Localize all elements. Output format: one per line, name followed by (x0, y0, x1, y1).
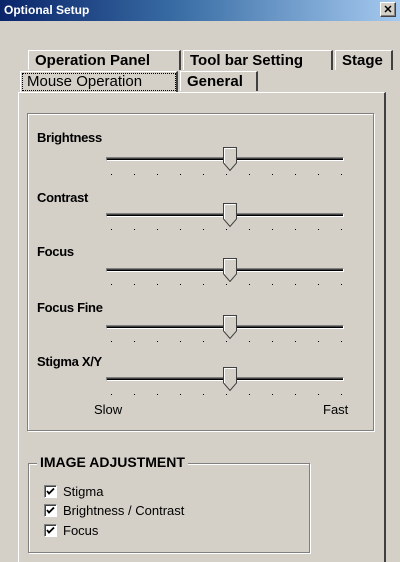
tick-mark (272, 229, 273, 230)
focus-ticks (111, 284, 342, 286)
brightness-contrast-checkbox[interactable] (44, 503, 57, 517)
fast-label: Fast (323, 402, 349, 417)
tick-mark (341, 174, 342, 175)
brightness-ticks (111, 174, 342, 176)
stigma-xy-slider-thumb[interactable] (223, 367, 237, 391)
brightness-label: Brightness (37, 130, 102, 145)
tick-mark (249, 284, 250, 285)
tick-mark (318, 394, 319, 395)
tab-label: Mouse Operation (27, 73, 143, 90)
tick-mark (226, 229, 227, 230)
tick-mark (203, 341, 204, 342)
tick-mark (134, 284, 135, 285)
tick-mark (226, 284, 227, 285)
close-button[interactable]: ✕ (380, 2, 396, 17)
brightness-slider-thumb[interactable] (223, 147, 237, 171)
close-icon: ✕ (383, 4, 393, 16)
tab-stage[interactable]: Stage (335, 50, 393, 70)
tick-mark (341, 284, 342, 285)
tick-mark (341, 394, 342, 395)
tick-mark (295, 284, 296, 285)
stigma-checkbox-label: Stigma (63, 483, 104, 499)
tick-mark (318, 341, 319, 342)
focus-label: Focus (37, 244, 74, 259)
tick-mark (111, 394, 112, 395)
checkmark-icon (46, 526, 55, 534)
tick-mark (134, 174, 135, 175)
tick-mark (111, 174, 112, 175)
focus-fine-slider-thumb[interactable] (223, 315, 237, 339)
tick-mark (134, 341, 135, 342)
tick-mark (249, 229, 250, 230)
stigma-xy-label: Stigma X/Y (37, 354, 102, 369)
tick-mark (157, 394, 158, 395)
tick-mark (318, 229, 319, 230)
tab-label: Operation Panel (35, 52, 151, 69)
tick-mark (203, 284, 204, 285)
tick-mark (226, 394, 227, 395)
tick-mark (272, 284, 273, 285)
tick-mark (157, 174, 158, 175)
tick-mark (295, 394, 296, 395)
tick-mark (180, 341, 181, 342)
stigma-xy-ticks (111, 394, 342, 396)
focus-slider-thumb[interactable] (223, 258, 237, 282)
focus-checkbox-row[interactable]: Focus (44, 522, 98, 538)
stigma-checkbox-row[interactable]: Stigma (44, 483, 103, 499)
tick-mark (203, 174, 204, 175)
contrast-slider-thumb[interactable] (223, 203, 237, 227)
focus-fine-label: Focus Fine (37, 300, 103, 315)
focus-checkbox-label: Focus (63, 522, 99, 538)
tick-mark (226, 341, 227, 342)
tick-mark (203, 229, 204, 230)
slow-label: Slow (94, 402, 123, 417)
tab-label: Tool bar Setting (190, 52, 304, 69)
tick-mark (111, 284, 112, 285)
tab-tool-bar-setting[interactable]: Tool bar Setting (183, 50, 333, 70)
tick-mark (157, 284, 158, 285)
tick-mark (226, 174, 227, 175)
focus-checkbox[interactable] (44, 523, 57, 537)
tick-mark (180, 229, 181, 230)
tick-mark (134, 229, 135, 230)
tick-mark (295, 229, 296, 230)
checkmark-icon (46, 506, 55, 514)
tick-mark (272, 174, 273, 175)
contrast-ticks (111, 229, 342, 231)
tab-label: Stage (342, 52, 383, 69)
tick-mark (203, 394, 204, 395)
tick-mark (249, 394, 250, 395)
tick-mark (341, 341, 342, 342)
tick-mark (295, 341, 296, 342)
contrast-label: Contrast (37, 190, 89, 205)
tick-mark (157, 229, 158, 230)
tick-mark (295, 174, 296, 175)
tab-mouse-operation[interactable]: Mouse Operation (20, 71, 178, 93)
tab-operation-panel[interactable]: Operation Panel (28, 50, 181, 70)
image-adjustment-title: IMAGE ADJUSTMENT (37, 454, 188, 470)
tick-mark (272, 341, 273, 342)
tick-mark (318, 174, 319, 175)
brightness-contrast-checkbox-label: Brightness / Contrast (63, 502, 185, 518)
tab-label: General (187, 73, 243, 90)
tick-mark (111, 229, 112, 230)
tick-mark (249, 174, 250, 175)
tick-mark (111, 341, 112, 342)
tick-mark (341, 229, 342, 230)
focus-fine-ticks (111, 341, 342, 343)
tick-mark (318, 284, 319, 285)
tick-mark (180, 394, 181, 395)
title-bar: Optional Setup ✕ (0, 0, 400, 21)
tick-mark (157, 341, 158, 342)
brightness-contrast-checkbox-row[interactable]: Brightness / Contrast (44, 502, 184, 518)
tick-mark (134, 394, 135, 395)
stigma-checkbox[interactable] (44, 484, 57, 498)
window-title: Optional Setup (4, 3, 90, 17)
tab-general[interactable]: General (180, 71, 258, 91)
tick-mark (272, 394, 273, 395)
tick-mark (249, 341, 250, 342)
checkmark-icon (46, 487, 55, 495)
tick-mark (180, 174, 181, 175)
tick-mark (180, 284, 181, 285)
